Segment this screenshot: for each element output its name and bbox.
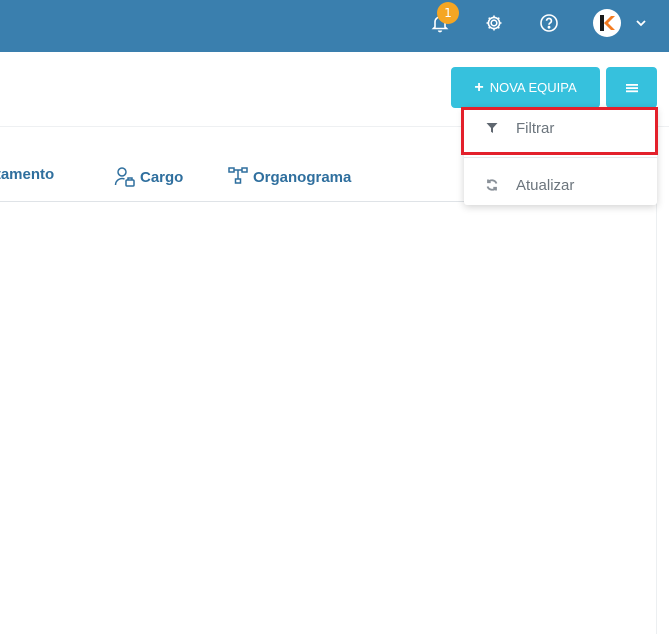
more-actions-button[interactable] xyxy=(606,67,657,108)
refresh-icon xyxy=(484,177,500,193)
filter-icon xyxy=(484,120,500,136)
actions-dropdown-menu: Filtrar Atualizar xyxy=(464,107,657,205)
notification-badge: 1 xyxy=(437,2,459,24)
menu-item-atualizar[interactable]: Atualizar xyxy=(464,165,657,205)
tab-label: rtamento xyxy=(0,166,55,183)
help-icon[interactable] xyxy=(536,10,562,36)
org-chart-icon xyxy=(228,167,248,184)
menu-item-label: Filtrar xyxy=(516,119,555,137)
menu-divider xyxy=(464,157,657,158)
tab-cargo[interactable]: Cargo xyxy=(114,166,183,188)
tab-organograma[interactable]: Organograma xyxy=(227,166,351,188)
tab-label: Organograma xyxy=(253,168,352,186)
user-role-icon xyxy=(114,167,135,187)
new-team-button[interactable]: + NOVA EQUIPA xyxy=(451,67,600,108)
top-navbar xyxy=(0,0,669,52)
user-avatar[interactable] xyxy=(593,9,621,37)
plus-icon: + xyxy=(474,78,484,96)
tab-departamento[interactable]: rtamento xyxy=(0,166,54,183)
hamburger-icon xyxy=(625,83,638,92)
menu-item-label: Atualizar xyxy=(516,176,575,194)
chevron-down-icon[interactable] xyxy=(633,15,649,31)
tab-label: Cargo xyxy=(140,168,184,186)
gear-icon[interactable] xyxy=(481,10,507,36)
new-team-label: NOVA EQUIPA xyxy=(489,80,577,95)
menu-item-filtrar[interactable]: Filtrar xyxy=(464,108,657,148)
k-logo-icon xyxy=(600,15,615,31)
